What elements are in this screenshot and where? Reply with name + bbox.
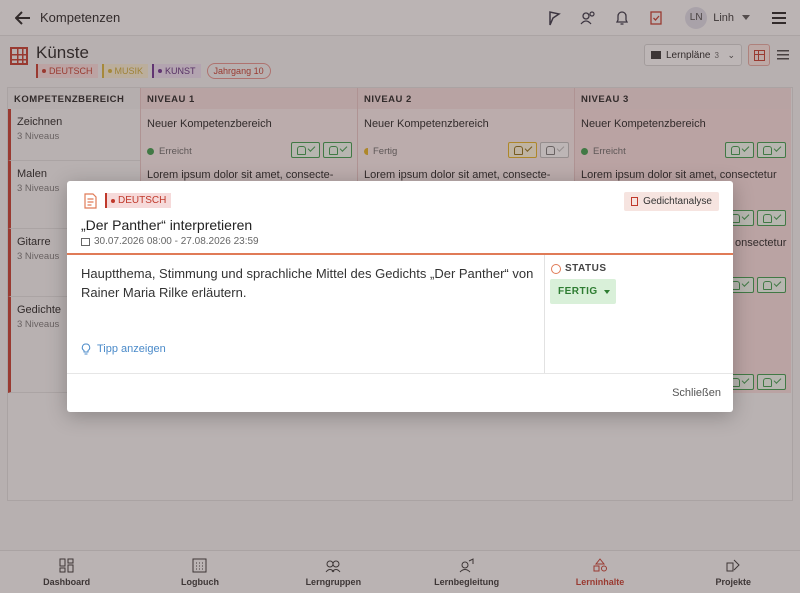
status-dropdown[interactable]: FERTIG [550, 279, 616, 304]
dialog-title: „Der Panther“ interpretieren [81, 217, 253, 233]
task-dialog: DEUTSCH Gedichtanalyse „Der Panther“ int… [67, 181, 733, 412]
subject-tag: DEUTSCH [105, 193, 172, 208]
lightbulb-icon [81, 343, 91, 355]
show-tip-link[interactable]: Tipp anzeigen [81, 343, 166, 355]
status-label: STATUS [551, 263, 607, 274]
status-check-icon [551, 263, 561, 274]
document-icon [84, 193, 97, 209]
close-button[interactable]: Schließen [672, 387, 721, 399]
header-divider [67, 253, 733, 255]
caret-down-icon [603, 289, 610, 294]
date-range: 30.07.2026 08:00 - 27.08.2026 23:59 [81, 236, 259, 247]
task-description: Hauptthema, Stimmung und sprachliche Mit… [81, 266, 534, 300]
category-icon [631, 197, 639, 206]
column-divider [544, 255, 545, 373]
calendar-icon [81, 237, 90, 246]
category-badge: Gedichtanalyse [624, 192, 719, 211]
footer-divider [67, 373, 733, 374]
